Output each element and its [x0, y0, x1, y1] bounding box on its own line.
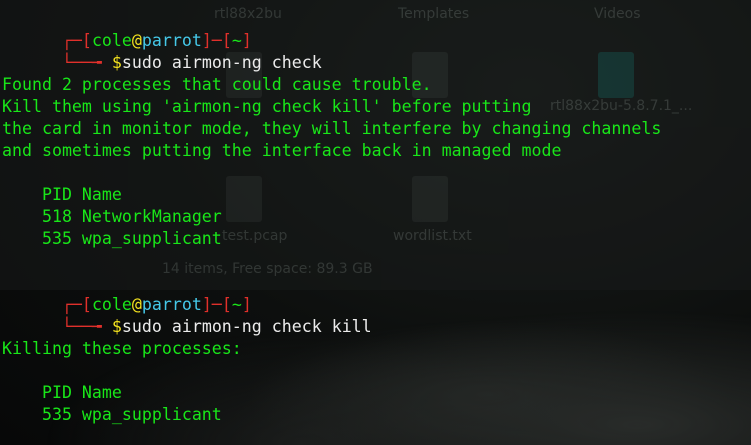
output-line: Killing these processes: [2, 339, 242, 358]
prompt-line-2: ┌─[cole@parrot]─[~] [61, 295, 252, 314]
process-table-row: 535 wpa_supplicant [2, 405, 222, 424]
output-line: the card in monitor mode, they will inte… [2, 119, 662, 138]
desktop-screen: rtl88x2bu Templates Videos rtl88x2bu-5.8.7.… [0, 0, 751, 445]
command-line-1: └──╼ $sudo airmon-ng check [61, 53, 322, 72]
prompt-symbol: $ [111, 317, 122, 336]
process-table-header: PID Name [2, 383, 122, 402]
process-table-row: 518 NetworkManager [2, 207, 222, 226]
prompt-symbol: $ [111, 53, 122, 72]
output-line: Kill them using 'airmon-ng check kill' b… [2, 97, 532, 116]
command-line-2: └──╼ $sudo airmon-ng check kill [61, 317, 372, 336]
prompt-line-1: ┌─[cole@parrot]─[~] [61, 31, 252, 50]
output-line: and sometimes putting the interface back… [2, 141, 562, 160]
process-table-row: 535 wpa_supplicant [2, 229, 222, 248]
process-table-header: PID Name [2, 185, 122, 204]
command-text: sudo airmon-ng check [121, 53, 322, 72]
output-line: Found 2 processes that could cause troub… [2, 75, 432, 94]
command-text: sudo airmon-ng check kill [121, 317, 372, 336]
terminal-window[interactable]: ┌─[cole@parrot]─[~] └──╼ $sudo airmon-ng… [0, 0, 751, 445]
